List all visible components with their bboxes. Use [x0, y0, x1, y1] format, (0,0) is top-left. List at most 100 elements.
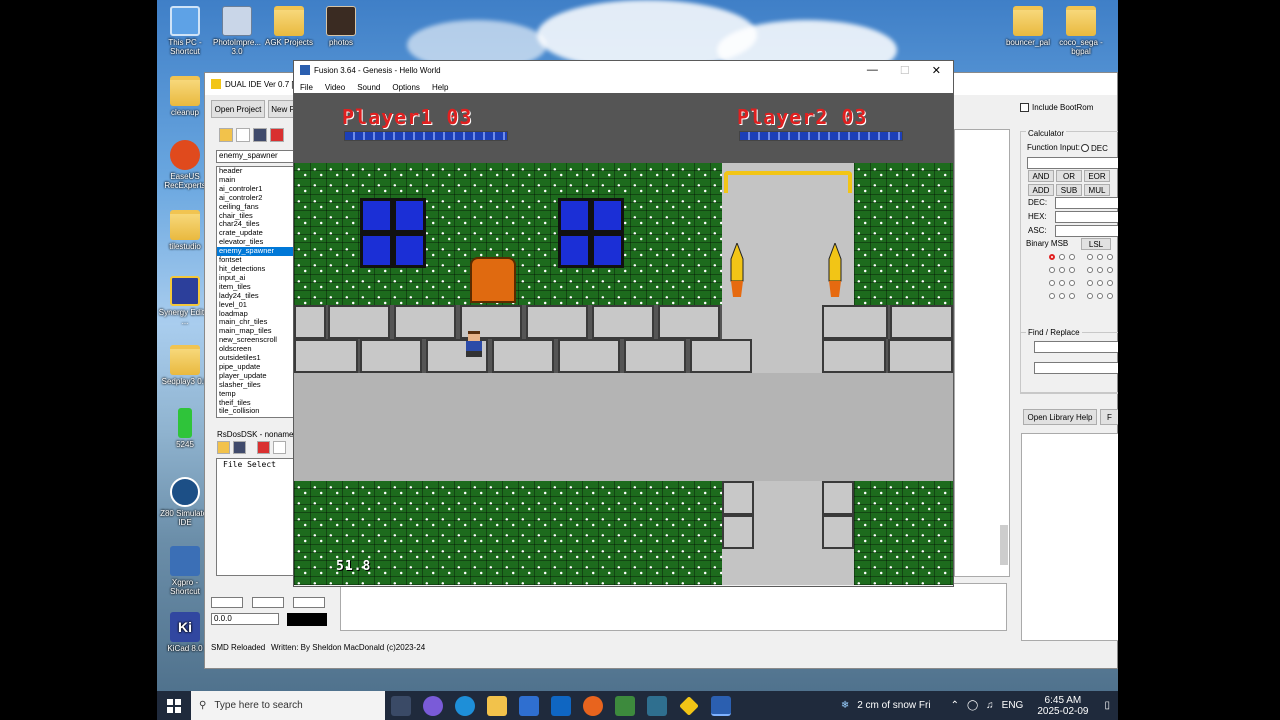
bit-radio[interactable] [1069, 293, 1075, 299]
notifications-icon[interactable]: ▯ [1104, 700, 1110, 711]
bit-radio[interactable] [1107, 293, 1113, 299]
bit-radio[interactable] [1059, 280, 1065, 286]
calc-or-button[interactable]: OR [1056, 170, 1082, 182]
ide-field-1[interactable] [211, 597, 243, 608]
bit-radio[interactable] [1069, 267, 1075, 273]
bit-radio[interactable] [1049, 280, 1055, 286]
bit-radio[interactable] [1049, 254, 1055, 260]
library-second-button[interactable]: F [1100, 409, 1118, 425]
firefox-icon[interactable] [583, 695, 603, 716]
game-screen[interactable]: Player1 03 Player2 03 51.8 [294, 93, 953, 585]
function-input-field[interactable] [1027, 157, 1118, 169]
save-icon[interactable] [253, 128, 267, 142]
clock[interactable]: 6:45 AM 2025-02-09 [1037, 695, 1088, 717]
dec-field[interactable] [1055, 197, 1118, 209]
find-field[interactable] [1034, 341, 1118, 353]
bit-radio[interactable] [1087, 280, 1093, 286]
new-file-icon[interactable] [236, 128, 250, 142]
outlook-icon[interactable] [551, 695, 571, 716]
ide-field-3[interactable] [293, 597, 325, 608]
calc-mul-button[interactable]: MUL [1084, 184, 1110, 196]
taskbar-search[interactable]: ⚲ Type here to search [191, 691, 385, 720]
coord-field[interactable]: 0.0.0 [211, 613, 279, 625]
editor-scrollbar[interactable] [1000, 525, 1008, 565]
bit-radio[interactable] [1087, 293, 1093, 299]
file-list-item[interactable]: tile_collision [217, 407, 295, 416]
desktop-icon-photoimpact[interactable]: PhotoImpre... 3.0 [209, 6, 265, 56]
menu-file[interactable]: File [300, 83, 313, 92]
desktop-icon-agk-projects[interactable]: AGK Projects [261, 6, 317, 47]
calc-eor-button[interactable]: EOR [1084, 170, 1110, 182]
library-help-pane[interactable] [1021, 433, 1118, 641]
store-icon[interactable] [519, 695, 539, 716]
network-icon[interactable]: ◯ [967, 700, 978, 711]
bit-radio[interactable] [1097, 280, 1103, 286]
calc-and-button[interactable]: AND [1028, 170, 1054, 182]
desktop-icon-coco-sega[interactable]: coco_sega - bgpal [1053, 6, 1109, 56]
bit-radio[interactable] [1087, 254, 1093, 260]
hex-field[interactable] [1055, 211, 1118, 223]
task-view-icon[interactable] [391, 695, 411, 716]
bit-radio[interactable] [1107, 280, 1113, 286]
calc-sub-button[interactable]: SUB [1056, 184, 1082, 196]
edge-icon[interactable] [455, 695, 475, 716]
maximize-icon[interactable]: ☐ [900, 64, 910, 77]
open-folder-icon[interactable] [219, 128, 233, 142]
window [360, 198, 426, 268]
file-explorer-icon[interactable] [487, 695, 507, 716]
bit-radio[interactable] [1059, 254, 1065, 260]
language-indicator[interactable]: ENG [1002, 700, 1024, 711]
fusion-taskbar-icon[interactable] [711, 695, 731, 716]
weather-text[interactable]: 2 cm of snow Fri [857, 700, 930, 711]
bit-radio[interactable] [1107, 254, 1113, 260]
bit-radio[interactable] [1097, 267, 1103, 273]
ide-field-2[interactable] [252, 597, 284, 608]
bit-radio[interactable] [1097, 254, 1103, 260]
menu-options[interactable]: Options [392, 83, 420, 92]
lsl-button[interactable]: LSL [1081, 238, 1111, 250]
menu-video[interactable]: Video [325, 83, 345, 92]
desktop-icon-bouncer-pal[interactable]: bouncer_pal [1000, 6, 1056, 47]
bit-radio[interactable] [1059, 293, 1065, 299]
replace-field[interactable] [1034, 362, 1118, 374]
bit-radio[interactable] [1049, 293, 1055, 299]
app-icon[interactable] [615, 695, 635, 716]
chevron-up-icon[interactable]: ⌃ [951, 700, 959, 711]
close-icon[interactable]: ✕ [932, 64, 941, 77]
bit-radio[interactable] [1069, 254, 1075, 260]
dsk-save-icon[interactable] [233, 441, 246, 454]
bit-radio[interactable] [1087, 267, 1093, 273]
bit-radio[interactable] [1097, 293, 1103, 299]
binary-bit-grid[interactable] [1049, 254, 1118, 304]
bit-radio[interactable] [1059, 267, 1065, 273]
output-pane[interactable] [340, 583, 1007, 631]
start-button[interactable] [157, 691, 191, 720]
code-editor[interactable] [954, 129, 1010, 577]
asc-field[interactable] [1055, 225, 1118, 237]
dsk-open-icon[interactable] [217, 441, 230, 454]
bit-radio[interactable] [1049, 267, 1055, 273]
desktop-icon-this-pc[interactable]: This PC - Shortcut [157, 6, 213, 56]
menu-sound[interactable]: Sound [357, 83, 380, 92]
dsk-file-icon[interactable] [273, 441, 286, 454]
file-combo[interactable]: enemy_spawner [216, 150, 296, 163]
calc-add-button[interactable]: ADD [1028, 184, 1054, 196]
desktop-icon-photos[interactable]: photos [313, 6, 369, 47]
open-project-button[interactable]: Open Project [211, 100, 265, 118]
dsk-file-select-box[interactable]: File Select [216, 458, 296, 576]
open-library-help-button[interactable]: Open Library Help [1023, 409, 1097, 425]
bit-radio[interactable] [1069, 280, 1075, 286]
dec-label: DEC: [1028, 198, 1048, 207]
dual-ide-taskbar-icon[interactable] [679, 695, 699, 716]
dec-radio[interactable] [1081, 144, 1089, 152]
build-icon[interactable] [270, 128, 284, 142]
include-bootrom-checkbox[interactable] [1020, 103, 1029, 112]
app-icon-2[interactable] [647, 695, 667, 716]
menu-help[interactable]: Help [432, 83, 448, 92]
copilot-icon[interactable] [423, 695, 443, 716]
volume-icon[interactable]: ♫ [986, 700, 994, 711]
file-list[interactable]: header main ai_controler1 ai_controler2 ceil… [216, 166, 296, 418]
minimize-icon[interactable]: — [867, 64, 878, 77]
bit-radio[interactable] [1107, 267, 1113, 273]
dsk-run-icon[interactable] [257, 441, 270, 454]
